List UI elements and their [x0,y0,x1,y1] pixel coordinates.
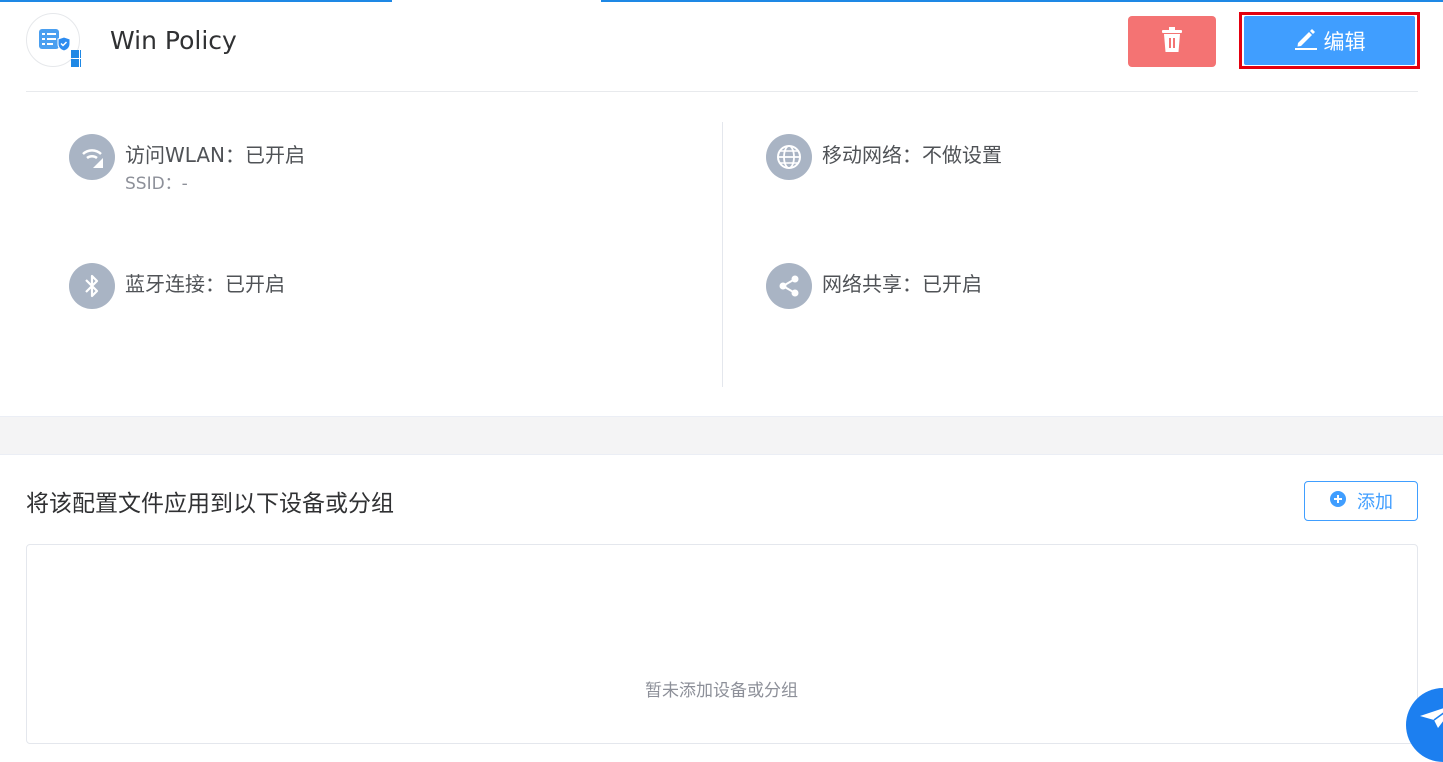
empty-state-text: 暂未添加设备或分组 [645,681,798,701]
device-group-panel [26,544,1418,744]
apply-section-title: 将该配置文件应用到以下设备或分组 [26,491,394,517]
page-title: Win Policy [110,26,237,55]
bluetooth-icon [69,263,115,309]
bluetooth-status: 蓝牙连接：已开启 [125,272,285,296]
network-sharing-status: 网络共享：已开启 [822,272,982,296]
add-button[interactable]: 添加 [1304,481,1418,521]
section-separator [0,416,1443,455]
globe-icon [766,134,812,180]
trash-icon [1161,27,1183,56]
add-button-label: 添加 [1357,492,1393,512]
policy-windows-icon [26,13,81,67]
header-divider [26,91,1418,92]
mobile-network-status: 移动网络：不做设置 [822,143,1002,167]
wlan-ssid: SSID：- [125,174,188,194]
plus-circle-icon [1329,490,1347,513]
wifi-icon [69,134,115,180]
settings-column-divider [722,122,723,387]
policy-header: Win Policy 编辑 [0,0,1443,92]
delete-button[interactable] [1128,16,1216,67]
paper-plane-icon [1420,708,1443,728]
edit-button[interactable]: 编辑 [1244,16,1415,65]
wlan-status: 访问WLAN：已开启 [125,143,306,167]
edit-button-label: 编辑 [1323,30,1366,54]
pencil-icon [1294,26,1318,56]
share-icon [766,263,812,309]
